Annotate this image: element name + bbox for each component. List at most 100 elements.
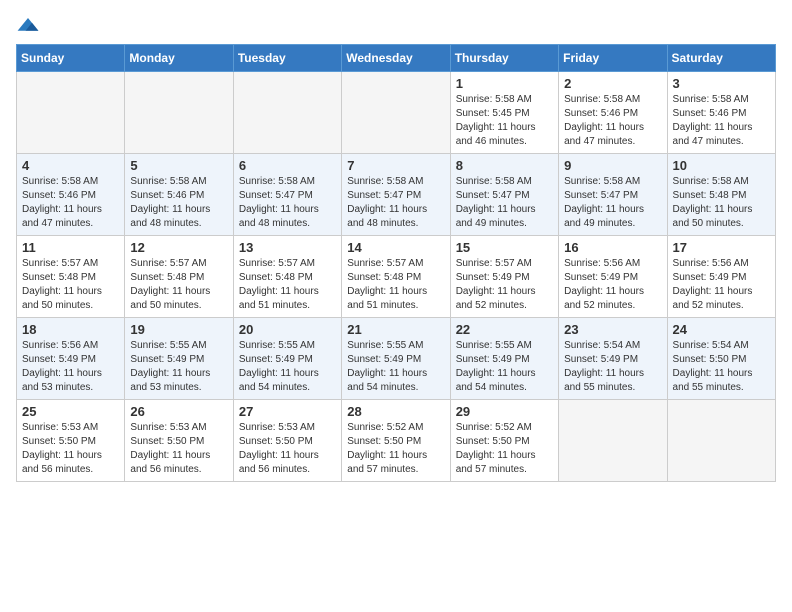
day-info: Sunrise: 5:54 AM Sunset: 5:50 PM Dayligh… <box>673 339 770 395</box>
day-number: 23 <box>564 322 661 337</box>
calendar-cell: 29 Sunrise: 5:52 AM Sunset: 5:50 PM Dayli… <box>450 400 558 482</box>
calendar-header-row: SundayMondayTuesdayWednesdayThursdayFrid… <box>17 45 776 72</box>
calendar-header-thursday: Thursday <box>450 45 558 72</box>
day-info: Sunrise: 5:58 AM Sunset: 5:47 PM Dayligh… <box>347 175 444 231</box>
calendar-cell: 3Sunrise: 5:58 AM Sunset: 5:46 PM Daylig… <box>667 72 775 154</box>
calendar-cell: 5 Sunrise: 5:58 AM Sunset: 5:46 PM Daylig… <box>125 154 233 236</box>
calendar-cell: 4 Sunrise: 5:58 AM Sunset: 5:46 PM Daylig… <box>17 154 125 236</box>
day-info: Sunrise: 5:58 AM Sunset: 5:48 PM Dayligh… <box>673 175 770 231</box>
day-number: 4 <box>22 158 119 173</box>
day-number: 17 <box>673 240 770 255</box>
calendar-cell <box>342 72 450 154</box>
day-info: Sunrise: 5:58 AM Sunset: 5:46 PM Dayligh… <box>130 175 227 231</box>
calendar-header-friday: Friday <box>559 45 667 72</box>
calendar-week-row: 4 Sunrise: 5:58 AM Sunset: 5:46 PM Daylig… <box>17 154 776 236</box>
day-number: 25 <box>22 404 119 419</box>
day-info: Sunrise: 5:54 AM Sunset: 5:49 PM Dayligh… <box>564 339 661 395</box>
day-number: 12 <box>130 240 227 255</box>
day-info: Sunrise: 5:57 AM Sunset: 5:48 PM Dayligh… <box>22 257 119 313</box>
day-info: Sunrise: 5:55 AM Sunset: 5:49 PM Dayligh… <box>456 339 553 395</box>
day-number: 29 <box>456 404 553 419</box>
calendar-cell: 13Sunrise: 5:57 AM Sunset: 5:48 PM Dayli… <box>233 236 341 318</box>
day-info: Sunrise: 5:57 AM Sunset: 5:48 PM Dayligh… <box>130 257 227 313</box>
day-number: 20 <box>239 322 336 337</box>
day-number: 9 <box>564 158 661 173</box>
calendar-cell: 22 Sunrise: 5:55 AM Sunset: 5:49 PM Dayli… <box>450 318 558 400</box>
day-info: Sunrise: 5:58 AM Sunset: 5:47 PM Dayligh… <box>239 175 336 231</box>
day-info: Sunrise: 5:58 AM Sunset: 5:47 PM Dayligh… <box>456 175 553 231</box>
calendar-cell: 15 Sunrise: 5:57 AM Sunset: 5:49 PM Dayli… <box>450 236 558 318</box>
day-number: 13 <box>239 240 336 255</box>
calendar-cell: 16 Sunrise: 5:56 AM Sunset: 5:49 PM Dayli… <box>559 236 667 318</box>
logo <box>16 16 44 36</box>
calendar-cell: 12 Sunrise: 5:57 AM Sunset: 5:48 PM Dayli… <box>125 236 233 318</box>
day-info: Sunrise: 5:52 AM Sunset: 5:50 PM Dayligh… <box>347 421 444 477</box>
day-info: Sunrise: 5:53 AM Sunset: 5:50 PM Dayligh… <box>239 421 336 477</box>
day-info: Sunrise: 5:53 AM Sunset: 5:50 PM Dayligh… <box>130 421 227 477</box>
calendar-week-row: 25 Sunrise: 5:53 AM Sunset: 5:50 PM Dayli… <box>17 400 776 482</box>
calendar-cell: 7Sunrise: 5:58 AM Sunset: 5:47 PM Daylig… <box>342 154 450 236</box>
day-number: 14 <box>347 240 444 255</box>
day-number: 10 <box>673 158 770 173</box>
day-number: 19 <box>130 322 227 337</box>
day-number: 2 <box>564 76 661 91</box>
day-number: 1 <box>456 76 553 91</box>
calendar-cell: 8Sunrise: 5:58 AM Sunset: 5:47 PM Daylig… <box>450 154 558 236</box>
calendar-cell <box>233 72 341 154</box>
calendar-cell: 2 Sunrise: 5:58 AM Sunset: 5:46 PM Daylig… <box>559 72 667 154</box>
day-number: 15 <box>456 240 553 255</box>
logo-icon <box>16 16 40 36</box>
calendar-cell: 25 Sunrise: 5:53 AM Sunset: 5:50 PM Dayli… <box>17 400 125 482</box>
calendar-cell: 6 Sunrise: 5:58 AM Sunset: 5:47 PM Daylig… <box>233 154 341 236</box>
day-number: 6 <box>239 158 336 173</box>
calendar-week-row: 1Sunrise: 5:58 AM Sunset: 5:45 PM Daylig… <box>17 72 776 154</box>
day-info: Sunrise: 5:53 AM Sunset: 5:50 PM Dayligh… <box>22 421 119 477</box>
day-info: Sunrise: 5:55 AM Sunset: 5:49 PM Dayligh… <box>239 339 336 395</box>
calendar-cell: 27 Sunrise: 5:53 AM Sunset: 5:50 PM Dayli… <box>233 400 341 482</box>
calendar-cell <box>667 400 775 482</box>
day-info: Sunrise: 5:56 AM Sunset: 5:49 PM Dayligh… <box>673 257 770 313</box>
calendar-header-tuesday: Tuesday <box>233 45 341 72</box>
day-info: Sunrise: 5:58 AM Sunset: 5:46 PM Dayligh… <box>564 93 661 149</box>
calendar-table: SundayMondayTuesdayWednesdayThursdayFrid… <box>16 44 776 482</box>
calendar-cell <box>125 72 233 154</box>
calendar-cell: 28Sunrise: 5:52 AM Sunset: 5:50 PM Dayli… <box>342 400 450 482</box>
calendar-cell: 19Sunrise: 5:55 AM Sunset: 5:49 PM Dayli… <box>125 318 233 400</box>
calendar-week-row: 11 Sunrise: 5:57 AM Sunset: 5:48 PM Dayli… <box>17 236 776 318</box>
day-info: Sunrise: 5:52 AM Sunset: 5:50 PM Dayligh… <box>456 421 553 477</box>
day-number: 26 <box>130 404 227 419</box>
day-info: Sunrise: 5:57 AM Sunset: 5:48 PM Dayligh… <box>347 257 444 313</box>
calendar-week-row: 18 Sunrise: 5:56 AM Sunset: 5:49 PM Dayli… <box>17 318 776 400</box>
calendar-cell: 14 Sunrise: 5:57 AM Sunset: 5:48 PM Dayli… <box>342 236 450 318</box>
calendar-cell: 18 Sunrise: 5:56 AM Sunset: 5:49 PM Dayli… <box>17 318 125 400</box>
calendar-cell: 10 Sunrise: 5:58 AM Sunset: 5:48 PM Dayli… <box>667 154 775 236</box>
day-info: Sunrise: 5:58 AM Sunset: 5:47 PM Dayligh… <box>564 175 661 231</box>
calendar-cell <box>559 400 667 482</box>
calendar-cell: 23 Sunrise: 5:54 AM Sunset: 5:49 PM Dayli… <box>559 318 667 400</box>
day-number: 18 <box>22 322 119 337</box>
day-number: 24 <box>673 322 770 337</box>
calendar-header-sunday: Sunday <box>17 45 125 72</box>
calendar-cell: 17 Sunrise: 5:56 AM Sunset: 5:49 PM Dayli… <box>667 236 775 318</box>
day-info: Sunrise: 5:56 AM Sunset: 5:49 PM Dayligh… <box>22 339 119 395</box>
calendar-cell: 1Sunrise: 5:58 AM Sunset: 5:45 PM Daylig… <box>450 72 558 154</box>
page-header <box>16 16 776 36</box>
calendar-cell: 21Sunrise: 5:55 AM Sunset: 5:49 PM Dayli… <box>342 318 450 400</box>
calendar-cell: 11 Sunrise: 5:57 AM Sunset: 5:48 PM Dayli… <box>17 236 125 318</box>
calendar-cell: 9 Sunrise: 5:58 AM Sunset: 5:47 PM Daylig… <box>559 154 667 236</box>
day-number: 5 <box>130 158 227 173</box>
calendar-cell <box>17 72 125 154</box>
day-number: 27 <box>239 404 336 419</box>
day-number: 16 <box>564 240 661 255</box>
day-number: 22 <box>456 322 553 337</box>
day-info: Sunrise: 5:57 AM Sunset: 5:49 PM Dayligh… <box>456 257 553 313</box>
day-info: Sunrise: 5:55 AM Sunset: 5:49 PM Dayligh… <box>347 339 444 395</box>
calendar-header-monday: Monday <box>125 45 233 72</box>
day-number: 11 <box>22 240 119 255</box>
day-info: Sunrise: 5:56 AM Sunset: 5:49 PM Dayligh… <box>564 257 661 313</box>
day-info: Sunrise: 5:58 AM Sunset: 5:46 PM Dayligh… <box>22 175 119 231</box>
calendar-cell: 24 Sunrise: 5:54 AM Sunset: 5:50 PM Dayli… <box>667 318 775 400</box>
calendar-cell: 20 Sunrise: 5:55 AM Sunset: 5:49 PM Dayli… <box>233 318 341 400</box>
calendar-header-wednesday: Wednesday <box>342 45 450 72</box>
day-info: Sunrise: 5:58 AM Sunset: 5:46 PM Dayligh… <box>673 93 770 149</box>
